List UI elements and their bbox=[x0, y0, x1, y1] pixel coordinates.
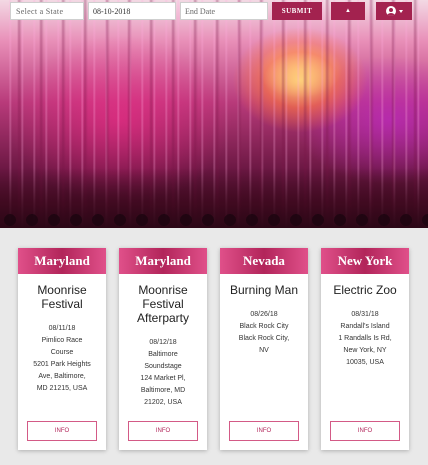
event-state: Maryland bbox=[18, 248, 106, 274]
event-title-line: Moonrise bbox=[138, 283, 188, 297]
event-title-line: Festival bbox=[41, 297, 83, 311]
event-location-line: Course bbox=[50, 349, 74, 356]
event-location-line: Black Rock City bbox=[239, 323, 289, 330]
event-date: 08/11/18 bbox=[48, 325, 76, 332]
event-title: Burning Man bbox=[220, 283, 308, 297]
event-title: Moonrise Festival Afterparty bbox=[119, 283, 207, 325]
info-button[interactable]: INFO bbox=[229, 421, 299, 441]
event-location-line: 10035, USA bbox=[346, 359, 384, 366]
hero-image: Select a State 08-10-2018 End Date SUBMI… bbox=[0, 0, 428, 228]
event-card: New York Electric Zoo 08/31/18 Randall's… bbox=[321, 248, 409, 450]
start-date-input[interactable]: 08-10-2018 bbox=[88, 2, 176, 20]
event-date: 08/31/18 bbox=[351, 311, 379, 318]
event-location-line: Soundstage bbox=[144, 363, 182, 370]
event-location-line: NV bbox=[259, 347, 269, 354]
event-location-line: Randall's Island bbox=[340, 323, 390, 330]
event-date: 08/12/18 bbox=[149, 339, 177, 346]
event-title-line: Festival bbox=[142, 297, 184, 311]
user-circle-icon bbox=[385, 6, 396, 16]
info-button[interactable]: INFO bbox=[128, 421, 198, 441]
event-state: New York bbox=[321, 248, 409, 274]
user-menu-button[interactable] bbox=[376, 2, 412, 20]
event-location-line: 1 Randalls Is Rd, bbox=[338, 335, 392, 342]
hero-crowd bbox=[0, 196, 428, 228]
caret-up-icon: ▲ bbox=[345, 8, 351, 14]
event-title-line: Moonrise bbox=[37, 283, 87, 297]
event-title-line: Afterparty bbox=[136, 311, 190, 325]
event-location-line: Baltimore bbox=[148, 351, 178, 358]
event-title-line: Burning Man bbox=[229, 283, 299, 297]
event-details: 08/31/18 Randall's Island 1 Randalls Is … bbox=[321, 309, 409, 369]
event-location-line: 5201 Park Heights bbox=[33, 361, 91, 368]
event-location-line: Black Rock City, bbox=[238, 335, 290, 342]
state-select[interactable]: Select a State bbox=[10, 2, 84, 20]
chevron-down-icon bbox=[398, 9, 403, 13]
event-state: Nevada bbox=[220, 248, 308, 274]
event-details: 08/12/18 Baltimore Soundstage 124 Market… bbox=[119, 337, 207, 409]
event-card: Nevada Burning Man 08/26/18 Black Rock C… bbox=[220, 248, 308, 450]
event-details: 08/11/18 Pimlico Race Course 5201 Park H… bbox=[18, 323, 106, 395]
info-button[interactable]: INFO bbox=[27, 421, 97, 441]
event-title: Moonrise Festival bbox=[18, 283, 106, 311]
event-date: 08/26/18 bbox=[250, 311, 278, 318]
event-location-line: Baltimore, MD bbox=[140, 387, 186, 394]
event-location-line: Pimlico Race bbox=[41, 337, 83, 344]
event-title-line: Electric Zoo bbox=[333, 283, 397, 297]
event-location-line: MD 21215, USA bbox=[36, 385, 88, 392]
event-state: Maryland bbox=[119, 248, 207, 274]
event-card: Maryland Moonrise Festival Afterparty 08… bbox=[119, 248, 207, 450]
end-date-input[interactable]: End Date bbox=[180, 2, 268, 20]
event-location-line: 21202, USA bbox=[144, 399, 182, 406]
menu-toggle-button[interactable]: ▲ bbox=[331, 2, 365, 20]
event-location-line: Ave, Baltimore, bbox=[38, 373, 86, 380]
event-card: Maryland Moonrise Festival 08/11/18 Piml… bbox=[18, 248, 106, 450]
event-details: 08/26/18 Black Rock City Black Rock City… bbox=[220, 309, 308, 357]
event-title: Electric Zoo bbox=[321, 283, 409, 297]
search-bar: Select a State 08-10-2018 End Date SUBMI… bbox=[0, 2, 428, 22]
event-location-line: New York, NY bbox=[343, 347, 387, 354]
event-location-line: 124 Market Pl, bbox=[140, 375, 186, 382]
info-button[interactable]: INFO bbox=[330, 421, 400, 441]
submit-button[interactable]: SUBMIT bbox=[272, 2, 322, 20]
